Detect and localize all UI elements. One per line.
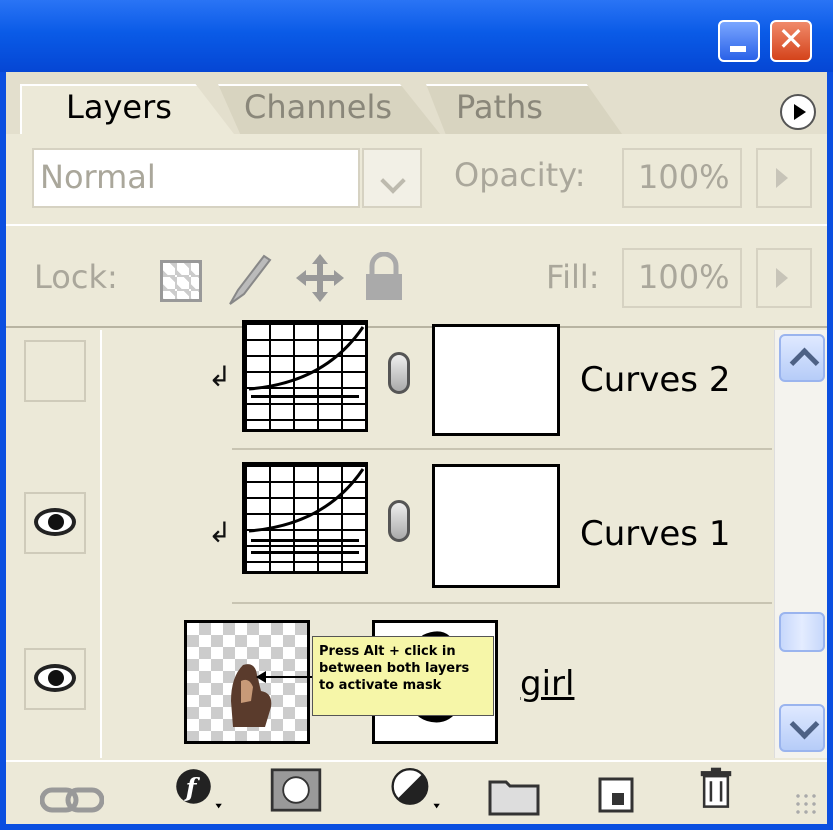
layer-mask-thumbnail[interactable] (432, 324, 560, 436)
layers-toolbar: f (6, 760, 827, 824)
opacity-field[interactable]: 100% (622, 148, 742, 208)
tab-paths[interactable]: Paths (426, 84, 622, 134)
close-glyph: ✕ (777, 20, 805, 58)
new-layer-icon[interactable] (598, 772, 638, 816)
curve-line-icon (248, 468, 365, 533)
opacity-arrow-icon[interactable] (756, 148, 812, 208)
curve-line-icon (248, 326, 365, 391)
blend-mode-value: Normal (40, 158, 156, 196)
photoshop-layers-window: ✕ Paths Channels Layers Normal Opacity: … (0, 0, 833, 830)
scroll-up-icon[interactable] (779, 334, 825, 382)
layer-name-girl[interactable]: girl (520, 664, 574, 704)
eye-icon (34, 664, 76, 692)
fill-arrow-icon[interactable] (756, 248, 812, 308)
resize-grip-icon[interactable] (794, 792, 820, 818)
blend-row: Normal Opacity: 100% (6, 134, 827, 226)
tooltip-arrow-head-icon (256, 671, 266, 683)
layer-separator (232, 448, 772, 450)
curves-bar (251, 551, 359, 554)
curves-adjustment-thumbnail[interactable] (242, 462, 368, 574)
fill-value: 100% (638, 258, 730, 296)
visibility-toggle-curves-1[interactable] (24, 492, 86, 554)
delete-layer-icon[interactable] (696, 766, 736, 810)
adjustment-layer-icon[interactable] (382, 766, 452, 810)
instruction-tooltip: Press Alt + click in between both layers… (312, 636, 494, 716)
curves-adjustment-thumbnail[interactable] (242, 320, 368, 432)
layers-scrollbar[interactable] (774, 330, 827, 758)
image-layer-thumbnail[interactable] (184, 620, 310, 744)
tooltip-arrow (264, 676, 312, 678)
scroll-down-icon[interactable] (779, 704, 825, 752)
visibility-toggle-girl[interactable] (24, 648, 86, 710)
scrollbar-thumb[interactable] (779, 612, 825, 652)
tab-layers[interactable]: Layers (20, 84, 234, 134)
curves-bar (251, 395, 359, 398)
fill-label: Fill: (546, 258, 600, 296)
opacity-label: Opacity: (454, 156, 586, 194)
tab-paths-label: Paths (456, 88, 543, 126)
mask-link-icon[interactable] (388, 500, 410, 542)
close-icon[interactable]: ✕ (770, 20, 812, 62)
visibility-column (6, 330, 102, 758)
minimize-icon[interactable] (718, 20, 760, 62)
curves-bar (251, 539, 359, 542)
tab-channels-label: Channels (244, 88, 393, 126)
girl-figure-icon (231, 664, 272, 727)
link-layers-icon[interactable] (40, 778, 104, 822)
visibility-toggle-curves-2[interactable] (24, 340, 86, 402)
add-mask-icon[interactable] (268, 768, 324, 812)
lock-image-icon[interactable] (224, 250, 274, 308)
layer-name-curves-2[interactable]: Curves 2 (580, 360, 730, 400)
fill-field[interactable]: 100% (622, 248, 742, 308)
layer-separator (232, 602, 772, 604)
tab-row: Paths Channels Layers (6, 72, 827, 134)
eye-icon (34, 508, 76, 536)
lock-transparent-icon[interactable] (160, 260, 202, 302)
tab-layers-label: Layers (66, 88, 172, 126)
layer-style-icon[interactable]: f (166, 766, 232, 810)
clipping-arrow-icon: ↲ (208, 516, 232, 549)
blend-mode-select[interactable]: Normal (32, 148, 360, 208)
panel-menu-icon[interactable] (780, 94, 816, 130)
mask-link-icon[interactable] (388, 352, 410, 394)
opacity-value: 100% (638, 158, 730, 196)
blend-mode-dropdown-icon[interactable] (362, 148, 422, 208)
title-bar: ✕ (0, 0, 833, 72)
clipping-arrow-icon: ↲ (208, 360, 232, 393)
layers-panel: Paths Channels Layers Normal Opacity: 10… (6, 72, 827, 824)
layer-name-curves-1[interactable]: Curves 1 (580, 514, 730, 554)
layer-mask-thumbnail[interactable] (432, 464, 560, 588)
lock-all-icon[interactable] (362, 252, 406, 304)
lock-row: Lock: Fill: 100% (6, 228, 827, 328)
tab-channels[interactable]: Channels (218, 84, 440, 134)
lock-position-icon[interactable] (294, 252, 346, 304)
new-group-icon[interactable] (488, 774, 540, 818)
lock-label: Lock: (34, 258, 118, 296)
